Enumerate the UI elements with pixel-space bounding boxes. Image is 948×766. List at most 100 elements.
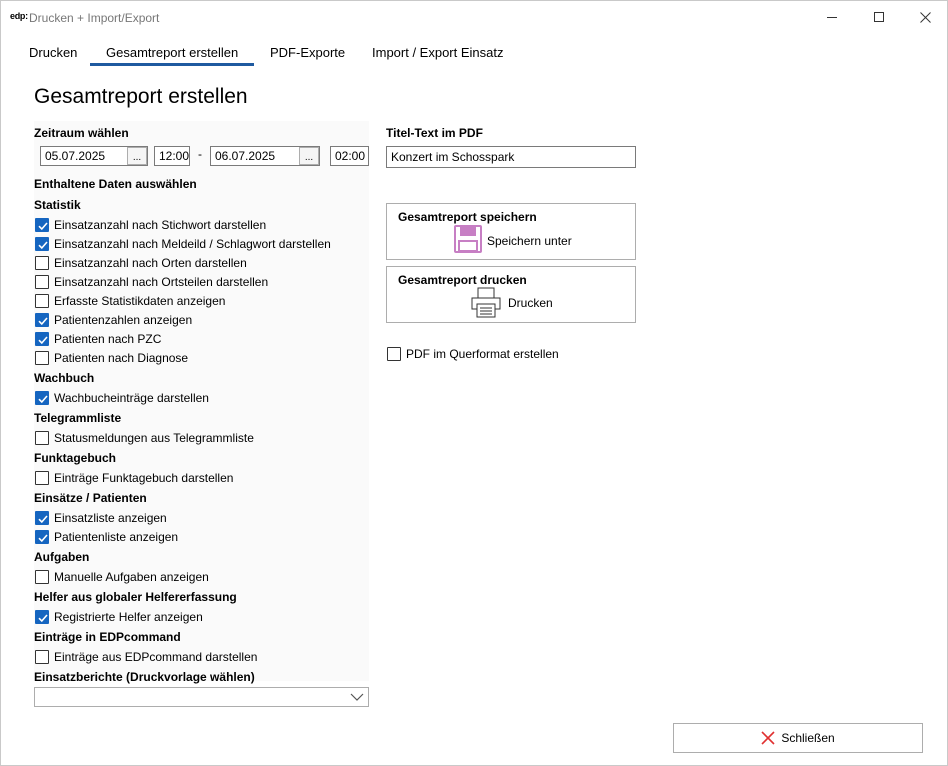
option-einsatzliste[interactable]: Einsatzliste anzeigen xyxy=(35,510,167,526)
druckvorlage-select[interactable] xyxy=(34,687,369,707)
option-ortsteile[interactable]: Einsatzanzahl nach Ortsteilen darstellen xyxy=(35,274,268,290)
option-label: Registrierte Helfer anzeigen xyxy=(54,610,203,624)
option-label: Erfasste Statistikdaten anzeigen xyxy=(54,294,226,308)
option-aufgaben[interactable]: Manuelle Aufgaben anzeigen xyxy=(35,569,209,585)
option-label: Einträge aus EDPcommand darstellen xyxy=(54,650,258,664)
option-meldeild[interactable]: Einsatzanzahl nach Meldeild / Schlagwort… xyxy=(35,236,331,252)
option-statusmeldungen[interactable]: Statusmeldungen aus Telegrammliste xyxy=(35,430,254,446)
app-logo: edp: xyxy=(10,11,28,21)
option-edpcommand[interactable]: Einträge aus EDPcommand darstellen xyxy=(35,649,257,665)
checkmark-icon xyxy=(38,317,48,326)
checkmark-icon xyxy=(38,515,48,524)
to-time-value: 02:00 xyxy=(335,149,366,163)
main-window: edp: Drucken + Import/Export Drucken Ges… xyxy=(0,0,948,766)
checkbox[interactable] xyxy=(35,332,49,346)
option-wachbuch[interactable]: Wachbucheinträge darstellen xyxy=(35,390,209,406)
section-funktagebuch: Funktagebuch xyxy=(34,451,117,465)
window-title: Drucken + Import/Export xyxy=(29,11,160,25)
checkbox[interactable] xyxy=(35,313,49,327)
checkbox[interactable] xyxy=(35,294,49,308)
option-diagnose[interactable]: Patienten nach Diagnose xyxy=(35,350,188,366)
checkbox[interactable] xyxy=(35,471,49,485)
checkbox[interactable] xyxy=(35,570,49,584)
titel-input[interactable]: Konzert im Schosspark xyxy=(386,146,636,168)
option-helfer[interactable]: Registrierte Helfer anzeigen xyxy=(35,609,203,625)
checkbox[interactable] xyxy=(35,610,49,624)
print-report-button[interactable]: Gesamtreport drucken Drucken xyxy=(386,266,636,323)
checkbox[interactable] xyxy=(35,351,49,365)
to-date-value: 06.07.2025 xyxy=(215,149,276,163)
option-label: Manuelle Aufgaben anzeigen xyxy=(54,570,209,584)
option-pzc[interactable]: Patienten nach PZC xyxy=(35,331,161,347)
checkbox[interactable] xyxy=(35,256,49,270)
checkbox[interactable] xyxy=(35,530,49,544)
checkmark-icon xyxy=(38,241,48,250)
tab-import-export[interactable]: Import / Export Einsatz xyxy=(370,45,506,60)
option-label: Patienten nach PZC xyxy=(54,332,162,346)
option-patientenliste[interactable]: Patientenliste anzeigen xyxy=(35,529,178,545)
option-stichwort[interactable]: Einsatzanzahl nach Stichwort darstellen xyxy=(35,217,266,233)
maximize-icon xyxy=(873,11,884,22)
to-date-picker-button[interactable]: ... xyxy=(299,147,319,165)
from-time-field[interactable]: 12:00 xyxy=(154,146,190,166)
option-label: Wachbucheinträge darstellen xyxy=(54,391,209,405)
floppy-disk-icon xyxy=(454,225,482,253)
section-helfer: Helfer aus globaler Helfererfassung xyxy=(34,590,237,604)
to-time-field[interactable]: 02:00 xyxy=(330,146,369,166)
checkbox[interactable] xyxy=(35,218,49,232)
close-red-icon xyxy=(761,731,775,745)
tab-drucken[interactable]: Drucken xyxy=(27,45,79,60)
tab-gesamtreport[interactable]: Gesamtreport erstellen xyxy=(89,45,255,66)
tab-pdf-exporte[interactable]: PDF-Exporte xyxy=(268,45,347,60)
checkbox[interactable] xyxy=(35,275,49,289)
titel-label: Titel-Text im PDF xyxy=(386,126,483,140)
checkmark-icon xyxy=(38,534,48,543)
option-label: Patientenzahlen anzeigen xyxy=(54,313,193,327)
checkmark-icon xyxy=(38,336,48,345)
checkmark-icon xyxy=(38,222,48,231)
chevron-down-icon xyxy=(350,693,364,701)
minimize-button[interactable] xyxy=(809,1,855,33)
titel-value: Konzert im Schosspark xyxy=(391,150,515,164)
option-patientenzahlen[interactable]: Patientenzahlen anzeigen xyxy=(35,312,192,328)
close-icon xyxy=(919,11,931,23)
page-title: Gesamtreport erstellen xyxy=(34,85,248,108)
checkbox[interactable] xyxy=(35,237,49,251)
schliessen-label: Schließen xyxy=(781,731,835,745)
save-report-button[interactable]: Gesamtreport speichern Speichern unter xyxy=(386,203,636,260)
option-funktagebuch[interactable]: Einträge Funktagebuch darstellen xyxy=(35,470,233,486)
tab-bar: Drucken Gesamtreport erstellen PDF-Expor… xyxy=(1,33,947,67)
section-aufgaben: Aufgaben xyxy=(34,550,90,564)
option-querformat[interactable]: PDF im Querformat erstellen xyxy=(387,346,559,362)
schliessen-button[interactable]: Schließen xyxy=(673,723,923,753)
section-telegrammliste: Telegrammliste xyxy=(34,411,122,425)
option-label: Einsatzanzahl nach Stichwort darstellen xyxy=(54,218,267,232)
section-wachbuch: Wachbuch xyxy=(34,371,95,385)
section-edpcommand: Einträge in EDPcommand xyxy=(34,630,181,644)
close-window-button[interactable] xyxy=(902,1,948,33)
print-label: Drucken xyxy=(508,296,553,310)
option-label: Einsatzanzahl nach Meldeild / Schlagwort… xyxy=(54,237,331,251)
option-label: Einträge Funktagebuch darstellen xyxy=(54,471,234,485)
minimize-icon xyxy=(826,16,837,18)
option-label: PDF im Querformat erstellen xyxy=(406,347,559,361)
title-bar: edp: Drucken + Import/Export xyxy=(1,1,947,33)
from-date-picker-button[interactable]: ... xyxy=(127,147,147,165)
print-box-title: Gesamtreport drucken xyxy=(398,273,527,287)
checkbox[interactable] xyxy=(35,431,49,445)
checkbox[interactable] xyxy=(35,650,49,664)
option-label: Statusmeldungen aus Telegrammliste xyxy=(54,431,254,445)
checkbox[interactable] xyxy=(35,511,49,525)
maximize-button[interactable] xyxy=(856,1,902,33)
checkbox[interactable] xyxy=(387,347,401,361)
einsatzberichte-label: Einsatzberichte (Druckvorlage wählen) xyxy=(34,670,255,684)
from-time-value: 12:00 xyxy=(159,149,190,163)
checkbox[interactable] xyxy=(35,391,49,405)
option-orte[interactable]: Einsatzanzahl nach Orten darstellen xyxy=(35,255,247,271)
option-label: Einsatzliste anzeigen xyxy=(54,511,167,525)
save-box-title: Gesamtreport speichern xyxy=(398,210,537,224)
save-as-label: Speichern unter xyxy=(487,234,572,248)
option-statistikdaten[interactable]: Erfasste Statistikdaten anzeigen xyxy=(35,293,225,309)
option-label: Einsatzanzahl nach Ortsteilen darstellen xyxy=(54,275,269,289)
from-date-value: 05.07.2025 xyxy=(45,149,106,163)
